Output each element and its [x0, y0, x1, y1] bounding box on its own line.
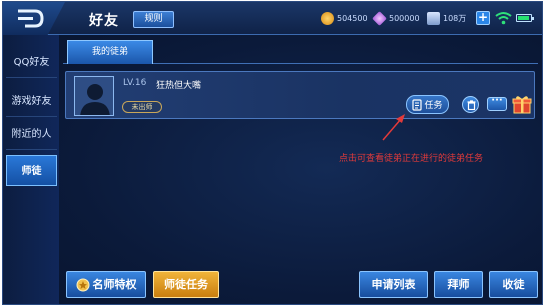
rules-button[interactable]: 规则 — [133, 11, 174, 28]
gift-icon[interactable] — [512, 94, 532, 114]
mentorship-task-button[interactable]: 师徒任务 — [153, 271, 219, 298]
sidebar-item-game-friends[interactable]: 游戏好友 — [6, 86, 57, 117]
annotation-text: 点击可查看徒弟正在进行的徒弟任务 — [339, 154, 484, 164]
battery-icon — [516, 14, 534, 22]
voucher-counter: 108万 — [427, 12, 466, 25]
task-button-label: 任务 — [424, 101, 443, 111]
sidebar-item-mentorship[interactable]: 师徒 — [6, 155, 57, 186]
gold-counter: 504500 — [321, 12, 368, 25]
game-window: 好友 规则 504500 500000 108万 + QQ好友 游戏好友 附近的… — [2, 1, 543, 305]
gold-coin-icon — [321, 12, 334, 25]
apprentice-name: 狂热但大嘴 — [156, 81, 202, 91]
apprentice-task-button[interactable]: 任务 — [406, 95, 449, 114]
medal-icon — [76, 278, 89, 291]
user-silhouette-icon — [75, 77, 113, 115]
avatar[interactable] — [74, 76, 114, 116]
gold-value: 504500 — [337, 14, 368, 23]
back-button[interactable] — [3, 2, 65, 35]
trash-icon — [467, 100, 476, 111]
sidebar-item-qq-friends[interactable]: QQ好友 — [6, 47, 57, 78]
voucher-value: 108万 — [443, 14, 467, 23]
mentor-privilege-label: 名师特权 — [92, 278, 137, 291]
find-mentor-button[interactable]: 拜师 — [434, 271, 483, 298]
back-arrow-icon — [18, 9, 44, 28]
apprentice-level: LV.16 — [123, 78, 147, 88]
application-list-button[interactable]: 申请列表 — [359, 271, 428, 298]
page-title: 好友 — [89, 13, 119, 29]
task-list-icon — [412, 98, 423, 111]
voucher-icon — [427, 12, 440, 25]
more-options-button[interactable]: ··· — [487, 95, 507, 111]
take-apprentice-button[interactable]: 收徒 — [489, 271, 538, 298]
sidebar-item-nearby-people[interactable]: 附近的人 — [6, 119, 57, 150]
diamond-icon — [372, 11, 387, 26]
ellipsis-icon: ··· — [491, 95, 503, 106]
top-bar: 好友 规则 504500 500000 108万 + — [3, 2, 542, 35]
tab-strip: 我的徒弟 — [63, 38, 538, 64]
sidebar: QQ好友 游戏好友 附近的人 师徒 — [3, 35, 59, 304]
wifi-icon — [495, 12, 512, 25]
apprentice-row: LV.16 狂热但大嘴 未出师 任务 ··· — [65, 71, 535, 119]
tab-my-apprentices[interactable]: 我的徒弟 — [67, 40, 153, 64]
remove-apprentice-button[interactable] — [462, 96, 479, 113]
mentor-privilege-button[interactable]: 名师特权 — [66, 271, 146, 298]
status-badge: 未出师 — [122, 101, 162, 113]
diamond-value: 500000 — [389, 14, 420, 23]
add-currency-button[interactable]: + — [476, 11, 490, 25]
diamond-counter: 500000 — [372, 11, 420, 26]
